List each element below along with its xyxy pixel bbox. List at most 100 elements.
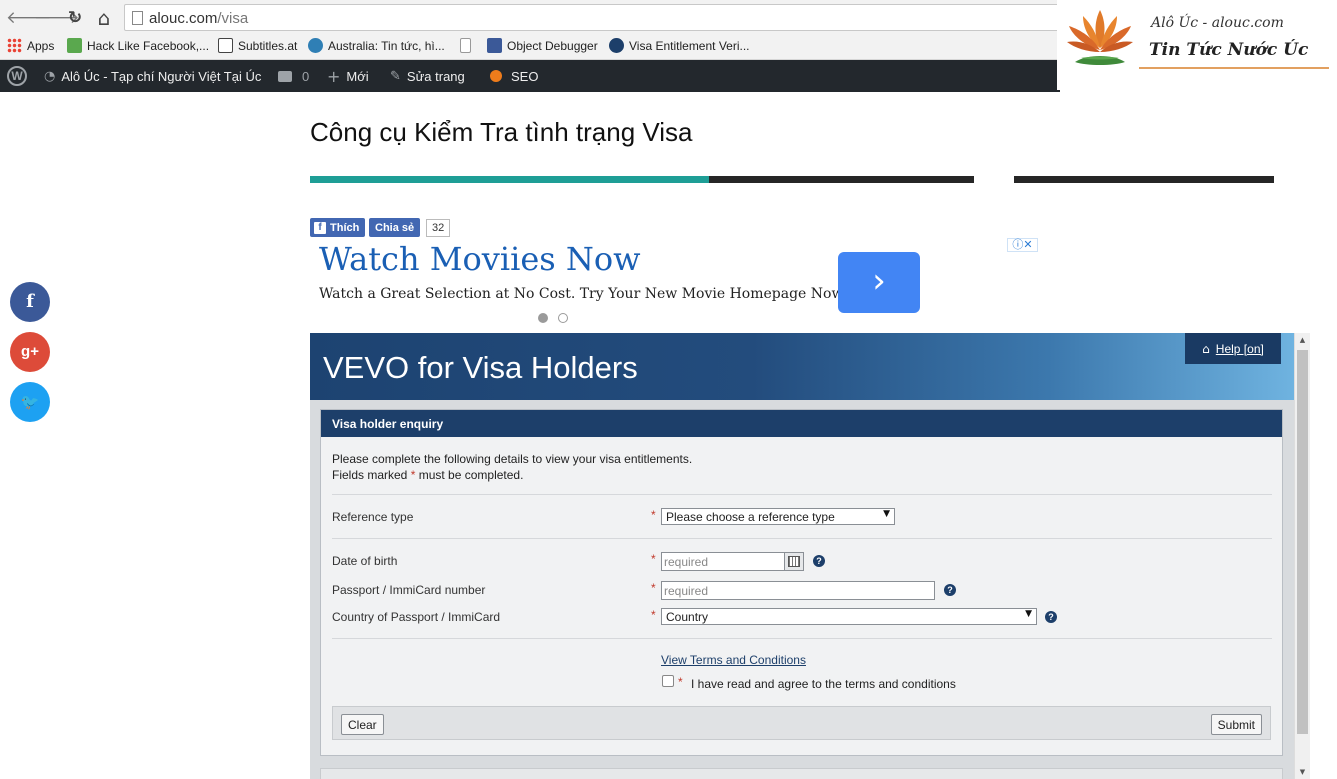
like-label: Thích xyxy=(330,221,360,234)
bookmark-apps[interactable]: Apps xyxy=(7,37,54,54)
dashboard-icon: ◔ xyxy=(44,68,56,84)
terms-agree-checkbox[interactable] xyxy=(662,675,674,687)
bookmark-australia[interactable]: Australia: Tin tức, hì... xyxy=(308,37,445,54)
subtitles-icon xyxy=(218,38,233,53)
plus-icon: + xyxy=(327,66,341,86)
help-toggle-button[interactable]: ⌂ Help [on] xyxy=(1185,333,1281,364)
bookmark-object-debugger[interactable]: Object Debugger xyxy=(487,37,598,54)
reload-icon[interactable]: ↻ xyxy=(64,7,86,29)
visa-enquiry-form: Visa holder enquiry Please complete the … xyxy=(320,409,1283,756)
site-name-link[interactable]: ◔ Alô Úc - Tạp chí Người Việt Tại Úc xyxy=(44,60,261,92)
seo-label: SEO xyxy=(511,68,539,84)
wordpress-icon: W xyxy=(7,66,27,86)
country-select[interactable]: Country ▼ xyxy=(661,608,1037,625)
sidebar-divider xyxy=(1014,176,1274,183)
forward-arrow-icon[interactable]: 🡒 xyxy=(34,7,80,29)
wordpress-logo-icon[interactable]: W xyxy=(7,60,27,92)
title-divider-accent xyxy=(310,176,709,183)
clear-button[interactable]: Clear xyxy=(341,714,384,735)
terms-agree-label: I have read and agree to the terms and c… xyxy=(691,677,956,691)
next-form-section xyxy=(320,768,1283,779)
dob-help-icon[interactable]: ? xyxy=(813,555,825,567)
bookmarks-bar: Apps Hack Like Facebook,... Subtitles.at… xyxy=(0,34,1060,56)
globe-icon xyxy=(308,38,323,53)
edit-label: Sửa trang xyxy=(406,68,465,84)
submit-button[interactable]: Submit xyxy=(1210,714,1262,735)
bookmark-label: Object Debugger xyxy=(507,38,598,53)
passport-input[interactable]: required xyxy=(661,581,935,600)
google-plus-share-icon[interactable]: g+ xyxy=(10,332,50,372)
page-title: Công cụ Kiểm Tra tình trạng Visa xyxy=(310,117,693,147)
url-path: /visa xyxy=(217,10,249,27)
calendar-icon xyxy=(788,556,800,567)
ad-headline[interactable]: Watch Moviies Now xyxy=(319,240,641,278)
logo-tagline: Alô Úc - alouc.com xyxy=(1151,15,1284,31)
wp-admin-bar: W ◔ Alô Úc - Tạp chí Người Việt Tại Úc 0… xyxy=(0,60,1060,92)
ad-slide-dot[interactable] xyxy=(558,313,568,323)
country-help-icon[interactable]: ? xyxy=(1045,611,1057,623)
form-intro-line2: Fields marked * must be completed. xyxy=(332,468,523,482)
facebook-share-button[interactable]: Chia sẻ xyxy=(369,218,421,237)
form-intro-line1: Please complete the following details to… xyxy=(332,452,693,466)
seo-link[interactable]: SEO xyxy=(490,60,538,92)
facebook-share-icon[interactable]: f xyxy=(10,282,50,322)
scrollbar-thumb[interactable] xyxy=(1297,350,1308,734)
vevo-content-area: Visa holder enquiry Please complete the … xyxy=(310,400,1294,779)
bookmark-label: Visa Entitlement Veri... xyxy=(629,38,750,53)
page-icon xyxy=(132,11,143,25)
bookmark-subtitles[interactable]: Subtitles.at xyxy=(218,37,297,54)
url-host: alouc.com xyxy=(149,10,218,27)
back-arrow-icon[interactable]: 🡐 xyxy=(6,7,52,29)
required-star: * xyxy=(651,581,656,595)
gear-icon xyxy=(609,38,624,53)
terms-conditions-link[interactable]: View Terms and Conditions xyxy=(661,653,806,667)
reference-type-value: Please choose a reference type xyxy=(666,510,835,524)
form-actions-bar: Clear Submit xyxy=(332,706,1271,740)
new-content-link[interactable]: + Mới xyxy=(327,60,369,92)
facebook-like-button[interactable]: f Thích xyxy=(310,218,366,237)
dropdown-arrow-icon: ▼ xyxy=(1025,609,1032,619)
dropdown-arrow-icon: ▼ xyxy=(883,509,890,519)
logo-underline xyxy=(1139,67,1329,69)
logo-name: Tin Tức Nước Úc xyxy=(1149,40,1309,60)
required-star: * xyxy=(651,608,656,622)
passport-help-icon[interactable]: ? xyxy=(944,584,956,596)
facebook-icon xyxy=(487,38,502,53)
required-star: * xyxy=(651,508,656,522)
form-heading: Visa holder enquiry xyxy=(321,410,1282,437)
bookmark-label: Apps xyxy=(27,38,55,53)
lotus-logo-icon xyxy=(1067,10,1133,65)
home-icon: ⌂ xyxy=(1202,341,1210,356)
twitter-share-icon[interactable]: 🐦 xyxy=(10,382,50,422)
ad-description[interactable]: Watch a Great Selection at No Cost. Try … xyxy=(319,286,849,302)
seo-status-dot-icon xyxy=(490,70,502,82)
pencil-icon: ✎ xyxy=(390,68,401,84)
required-star: * xyxy=(651,552,656,566)
scroll-up-icon[interactable]: ▲ xyxy=(1295,333,1310,347)
bookmark-blank[interactable] xyxy=(460,37,476,54)
form-separator xyxy=(332,638,1272,639)
country-label: Country of Passport / ImmiCard xyxy=(332,610,501,624)
home-icon[interactable]: ⌂ xyxy=(93,7,115,29)
scroll-down-icon[interactable]: ▼ xyxy=(1295,765,1310,779)
ad-next-arrow-icon[interactable]: › xyxy=(838,252,920,313)
bookmark-hack-like[interactable]: Hack Like Facebook,... xyxy=(67,37,209,54)
reference-type-select[interactable]: Please choose a reference type ▼ xyxy=(661,508,895,525)
facebook-share-count: 32 xyxy=(426,219,451,237)
vevo-banner: VEVO for Visa Holders ⌂ Help [on] xyxy=(310,333,1294,400)
required-star: * xyxy=(678,675,683,689)
frame-scrollbar[interactable]: ▲ ▼ xyxy=(1294,333,1310,779)
vevo-title: VEVO for Visa Holders xyxy=(323,350,638,385)
comments-count: 0 xyxy=(302,68,310,84)
ad-choices-icon[interactable]: ⓘ✕ xyxy=(1007,238,1038,252)
edit-page-link[interactable]: ✎ Sửa trang xyxy=(390,60,465,92)
url-text[interactable]: alouc.com/visa xyxy=(149,10,248,27)
apps-grid-icon xyxy=(7,38,22,53)
dob-input[interactable]: required xyxy=(661,552,785,571)
calendar-button[interactable] xyxy=(784,552,804,571)
comment-bubble-icon xyxy=(278,70,292,82)
comments-link[interactable]: 0 xyxy=(278,60,309,92)
bookmark-visa-entitlement[interactable]: Visa Entitlement Veri... xyxy=(609,37,750,54)
address-bar[interactable]: alouc.com/visa xyxy=(124,4,1064,31)
ad-slide-dot-active[interactable] xyxy=(538,313,548,323)
